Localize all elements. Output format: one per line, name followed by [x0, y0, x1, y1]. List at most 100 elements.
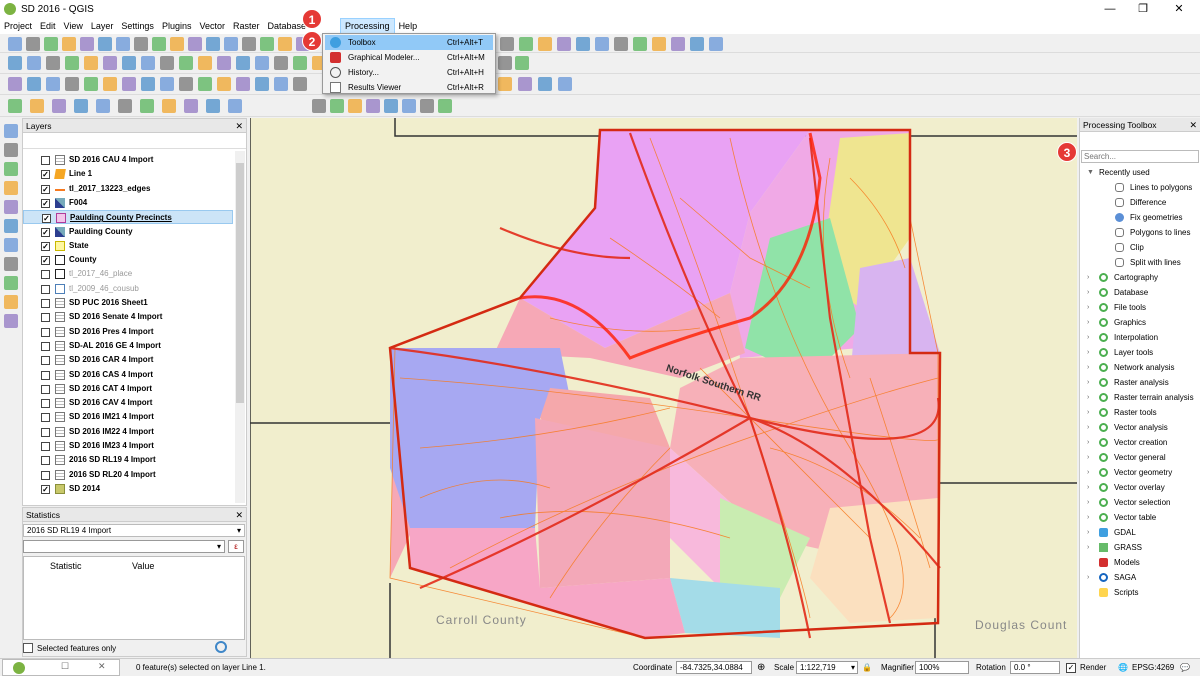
toolbar-button-icon[interactable]: [538, 37, 552, 51]
close-icon[interactable]: ✕: [235, 508, 243, 522]
menu-view[interactable]: View: [60, 18, 87, 34]
toolbox-search-input[interactable]: [1081, 150, 1199, 163]
left-toolbar-button-icon[interactable]: [4, 314, 18, 328]
tree-group[interactable]: › Vector analysis: [1080, 420, 1200, 435]
toolbar-button-icon[interactable]: [198, 77, 212, 91]
toolbar-button-icon[interactable]: [8, 37, 22, 51]
toolbox-algorithm-item[interactable]: Fix geometries: [1080, 210, 1200, 225]
layer-visibility-checkbox[interactable]: [41, 313, 50, 323]
menu-item-results-viewer[interactable]: Results Viewer Ctrl+Alt+R: [325, 80, 493, 95]
left-toolbar-button-icon[interactable]: [4, 219, 18, 233]
toolbar-button-icon[interactable]: [224, 37, 238, 51]
menu-raster[interactable]: Raster: [229, 18, 264, 34]
toolbar-button-icon[interactable]: [65, 77, 79, 91]
tree-group[interactable]: › Vector geometry: [1080, 465, 1200, 480]
layer-visibility-checkbox[interactable]: [41, 156, 50, 165]
layer-row[interactable]: ✓ SD 2014: [23, 482, 233, 496]
toolbar-button-icon[interactable]: [65, 56, 79, 70]
tree-group[interactable]: › Database: [1080, 285, 1200, 300]
toolbar-button-icon[interactable]: [160, 56, 174, 70]
toolbar-button-icon[interactable]: [74, 99, 88, 113]
toolbar-button-icon[interactable]: [44, 37, 58, 51]
layer-visibility-checkbox[interactable]: [41, 384, 50, 394]
toolbar-button-icon[interactable]: [690, 37, 704, 51]
tree-group[interactable]: › Raster terrain analysis: [1080, 390, 1200, 405]
toolbar-button-icon[interactable]: [179, 77, 193, 91]
close-icon[interactable]: ✕: [98, 661, 106, 672]
close-button[interactable]: ✕: [1164, 0, 1194, 18]
left-toolbar-button-icon[interactable]: [4, 162, 18, 176]
toolbar-button-icon[interactable]: [170, 37, 184, 51]
toolbox-algorithm-item[interactable]: Lines to polygons: [1080, 180, 1200, 195]
toolbar-button-icon[interactable]: [217, 77, 231, 91]
layer-row[interactable]: ✓ Paulding County: [23, 225, 233, 239]
toolbar-button-icon[interactable]: [80, 37, 94, 51]
toolbar-button-icon[interactable]: [652, 37, 666, 51]
field-select[interactable]: ▾: [23, 540, 225, 553]
toolbar-button-icon[interactable]: [293, 56, 307, 70]
toolbar-button-icon[interactable]: [500, 37, 514, 51]
tree-group[interactable]: › GDAL: [1080, 525, 1200, 540]
layer-row[interactable]: ✓ Paulding County Precincts: [23, 210, 233, 225]
toolbar-button-icon[interactable]: [122, 77, 136, 91]
tree-group[interactable]: Scripts: [1080, 585, 1200, 600]
toolbar-button-icon[interactable]: [103, 56, 117, 70]
layer-select[interactable]: 2016 SD RL19 4 Import ▾: [23, 524, 245, 537]
minimize-button[interactable]: —: [1095, 0, 1125, 18]
tree-group[interactable]: › Vector general: [1080, 450, 1200, 465]
toolbar-button-icon[interactable]: [519, 37, 533, 51]
layer-row[interactable]: 2016 SD RL19 4 Import: [23, 453, 233, 467]
toolbar-button-icon[interactable]: [198, 56, 212, 70]
layer-visibility-checkbox[interactable]: ✓: [41, 198, 50, 208]
menu-item-toolbox[interactable]: Toolbox Ctrl+Alt+T: [325, 35, 493, 50]
toolbar-button-icon[interactable]: [518, 77, 532, 91]
magnifier-field[interactable]: 100%: [915, 661, 969, 674]
layer-visibility-checkbox[interactable]: [41, 427, 50, 437]
tree-group[interactable]: › Cartography: [1080, 270, 1200, 285]
toolbar-button-icon[interactable]: [614, 37, 628, 51]
layer-row[interactable]: SD 2016 Pres 4 Import: [23, 325, 233, 339]
toolbar-button-icon[interactable]: [255, 56, 269, 70]
toolbar-button-icon[interactable]: [141, 77, 155, 91]
layer-row[interactable]: SD 2016 IM23 4 Import: [23, 439, 233, 453]
layer-row[interactable]: SD 2016 IM21 4 Import: [23, 410, 233, 424]
layer-row[interactable]: SD 2016 CAT 4 Import: [23, 382, 233, 396]
lock-icon[interactable]: 🔒: [862, 659, 872, 676]
tree-group[interactable]: › Vector overlay: [1080, 480, 1200, 495]
layer-row[interactable]: SD 2016 Senate 4 Import: [23, 310, 233, 324]
layer-visibility-checkbox[interactable]: [41, 284, 50, 294]
map-canvas[interactable]: Carroll County Douglas Count Norfolk Sou…: [250, 118, 1077, 658]
toolbar-button-icon[interactable]: [498, 77, 512, 91]
layer-row[interactable]: SD 2016 CAS 4 Import: [23, 368, 233, 382]
toolbar-button-icon[interactable]: [118, 99, 132, 113]
toolbar-button-icon[interactable]: [8, 77, 22, 91]
layer-row[interactable]: SD 2016 IM22 4 Import: [23, 425, 233, 439]
tree-group[interactable]: › File tools: [1080, 300, 1200, 315]
toolbar-button-icon[interactable]: [162, 99, 176, 113]
layer-visibility-checkbox[interactable]: [41, 327, 50, 337]
tree-group[interactable]: › Raster analysis: [1080, 375, 1200, 390]
toolbar-button-icon[interactable]: [274, 77, 288, 91]
layer-visibility-checkbox[interactable]: ✓: [41, 484, 50, 494]
toolbar-button-icon[interactable]: [52, 99, 66, 113]
layer-visibility-checkbox[interactable]: [41, 356, 50, 366]
tree-group[interactable]: › Graphics: [1080, 315, 1200, 330]
toolbar-button-icon[interactable]: [420, 99, 434, 113]
menu-item-graphical-modeler[interactable]: Graphical Modeler... Ctrl+Alt+M: [325, 50, 493, 65]
menu-vector[interactable]: Vector: [195, 18, 229, 34]
menu-plugins[interactable]: Plugins: [158, 18, 196, 34]
toolbox-algorithm-item[interactable]: Polygons to lines: [1080, 225, 1200, 240]
tree-group[interactable]: › Interpolation: [1080, 330, 1200, 345]
layer-row[interactable]: tl_2017_46_place: [23, 267, 233, 281]
toolbar-button-icon[interactable]: [438, 99, 452, 113]
toolbar-button-icon[interactable]: [260, 37, 274, 51]
layer-row[interactable]: ✓ F004: [23, 196, 233, 210]
toolbar-button-icon[interactable]: [27, 77, 41, 91]
menu-item-history[interactable]: History... Ctrl+Alt+H: [325, 65, 493, 80]
left-toolbar-button-icon[interactable]: [4, 124, 18, 138]
toolbar-button-icon[interactable]: [595, 37, 609, 51]
toolbar-button-icon[interactable]: [96, 99, 110, 113]
restore-icon[interactable]: ☐: [61, 661, 69, 672]
toolbar-button-icon[interactable]: [558, 77, 572, 91]
tree-group-recently-used[interactable]: ▼ Recently used: [1080, 165, 1200, 180]
